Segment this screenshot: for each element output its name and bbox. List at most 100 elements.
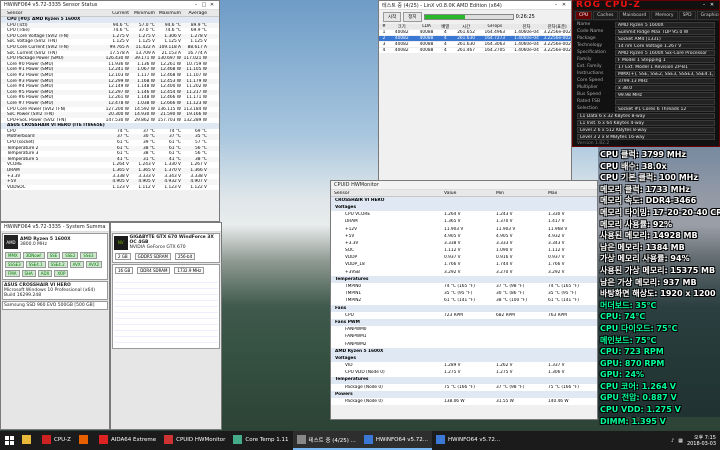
cpuz-tab-spd[interactable]: SPD: [678, 11, 696, 20]
col-current[interactable]: Current: [105, 11, 131, 16]
linx-col-header[interactable]: 배열: [438, 24, 452, 30]
taskbar-item[interactable]: HWiNFO64 v5.72...: [432, 431, 504, 450]
taskbar-item[interactable]: HWiNFO64 v5.72...: [359, 431, 433, 450]
hwmonitor-row[interactable]: FANPWM1: [331, 333, 597, 341]
hwmonitor-row[interactable]: CPU 723 RPM 682 RPM 763 RPM: [331, 312, 597, 320]
hwmonitor-node[interactable]: Voltages: [331, 204, 597, 212]
close-icon[interactable]: ✕: [708, 2, 716, 8]
osd-line: CPU VDD: 1.275 V: [600, 405, 681, 415]
linx-col-header[interactable]: #: [379, 24, 389, 29]
hwmonitor-row[interactable]: Package (Node 0) 75 °C (166 °F) 37 °C (98 …: [331, 383, 597, 392]
minimize-icon[interactable]: –: [192, 2, 200, 8]
hwmonitor-row[interactable]: +3VSB 3.292 V 3.270 V 3.292 V: [331, 268, 597, 277]
hwmonitor-sensor-name: AMD Ryzen 5 1600X: [335, 348, 384, 354]
hwinfo-sensor-window[interactable]: HWiNFO64 v5.72-3335 Sensor Status – □ ✕ …: [0, 0, 220, 222]
cpuz-field-row: Code Name Summit Ridge Max TDP 95.0 W: [573, 28, 719, 35]
hwmonitor-row[interactable]: SOC 1.112 V 1.090 V 1.112 V: [331, 247, 597, 255]
taskbar-item[interactable]: CPU-Z: [38, 431, 75, 450]
hwmonitor-node[interactable]: Powers: [331, 391, 597, 399]
cpuz-field-label: Technology: [577, 43, 603, 48]
hwinfo-summary-titlebar[interactable]: HWiNFO64 v5.72-3335 - System Summary: [1, 223, 109, 232]
hwmonitor-row[interactable]: Package (Node 0) 138.06 W 31.55 W 140.46 W: [331, 398, 597, 406]
minimize-icon[interactable]: –: [700, 2, 708, 8]
linx-col-header[interactable]: LDA: [415, 24, 439, 29]
linx-cell: 3.2256e-002: [543, 30, 571, 35]
cpuz-tab-memory[interactable]: Memory: [651, 11, 678, 20]
linx-result-row[interactable]: 4 40082 40088 4 261.467 164.2705 1.4060e-04 3.2…: [379, 48, 571, 54]
taskbar-item[interactable]: CPUID HWMonitor: [160, 431, 229, 450]
volume-icon[interactable]: ♪: [671, 438, 674, 444]
hwmonitor-row[interactable]: VDDP_18 1.766 V 1.744 V 1.766 V: [331, 261, 597, 269]
cpuz-titlebar[interactable]: ROG CPU-Z – ✕: [573, 1, 719, 10]
linx-col-header[interactable]: GFlops: [480, 24, 510, 29]
taskbar-item[interactable]: AIDA64 Extreme: [95, 431, 160, 450]
linx-results-table[interactable]: 1 40082 40088 4 261.652 164.4963 1.4060e-04 3.2…: [379, 30, 571, 54]
taskbar-item[interactable]: 테스트 중 (4/25) ...: [292, 431, 360, 450]
hwmonitor-row[interactable]: +3.3V 3.338 V 3.333 V 3.343 V: [331, 240, 597, 248]
taskbar-item[interactable]: [75, 431, 95, 450]
col-average[interactable]: Average: [183, 11, 209, 16]
hwmonitor-row[interactable]: DRAM 1.365 V 1.370 V 1.417 V: [331, 218, 597, 226]
linx-titlebar[interactable]: 테스트 중 (4/25) - LinX v0.8.0K AMD Edition …: [379, 1, 571, 10]
hwmonitor-node[interactable]: Fans: [331, 304, 597, 312]
cpuz-window[interactable]: ROG CPU-Z – ✕ CPU Caches Mainboard Memory SP…: [572, 0, 720, 147]
hwmonitor-value: 1.337 V: [548, 363, 565, 369]
cpu-feature-tag: SSE2: [62, 252, 79, 259]
linx-progress-bar: [423, 14, 514, 20]
col-minimum[interactable]: Minimum: [131, 11, 157, 16]
hwmonitor-row[interactable]: CPU VCORE 1.264 V 1.243 V 1.330 V: [331, 211, 597, 219]
linx-col-header[interactable]: 잔차(표준): [543, 24, 571, 30]
hwmonitor-row[interactable]: +5V 4.905 V 4.905 V 4.932 V: [331, 232, 597, 241]
cpuz-tab-graphics[interactable]: Graphics: [696, 11, 719, 20]
hwinfo-summary-gpu-window[interactable]: NV GIGABYTE GTX 670 WindForce 3X OC 4GB …: [110, 222, 222, 430]
hwmonitor-node[interactable]: AMD Ryzen 5 1600X: [331, 347, 597, 356]
clock[interactable]: 오후 7:15 2018-03-03: [687, 435, 716, 447]
cpuz-tab-cpu[interactable]: CPU: [575, 11, 593, 20]
cpuz-tab-caches[interactable]: Caches: [593, 11, 618, 20]
hwinfo-sensor-titlebar[interactable]: HWiNFO64 v5.72-3335 Sensor Status – □ ✕: [1, 1, 219, 10]
linx-cell: 164.4963: [484, 30, 506, 35]
taskbar-item[interactable]: [18, 431, 38, 450]
hwmonitor-row[interactable]: TMPIN0 74 °C (165 °F) 37 °C (98 °F) 74 °C (…: [331, 283, 597, 291]
sensor-row[interactable]: VDDSOC 1.123 V 1.112 V 1.123 V 1.122 V: [1, 184, 219, 191]
hwmonitor-row[interactable]: TMPIN1 35 °C (95 °F) 30 °C (86 °F) 35 °C (9…: [331, 290, 597, 298]
hwinfo-summary-window[interactable]: HWiNFO64 v5.72-3335 - System Summary AMD…: [0, 222, 110, 430]
col-maximum[interactable]: Maximum: [157, 11, 183, 16]
hwmonitor-col-header[interactable]: Sensor: [331, 191, 441, 196]
taskbar-item[interactable]: Core Temp 1.11: [229, 431, 292, 450]
close-icon[interactable]: ✕: [560, 2, 568, 8]
hwmonitor-row[interactable]: VDDP 0.937 V 0.916 V 0.937 V: [331, 254, 597, 262]
hwmonitor-row[interactable]: VID 1.289 V 1.262 V 1.337 V: [331, 362, 597, 370]
sensor-table-body[interactable]: CPU [#0]: AMD Ryzen 5 1600X CPU (Tctl) 94.…: [1, 17, 219, 191]
cpu-feature-tag: FMA: [5, 270, 20, 277]
linx-stop-button[interactable]: 정지: [403, 12, 422, 22]
hwmonitor-titlebar[interactable]: CPUID HWMonitor: [331, 181, 597, 190]
hwmonitor-node[interactable]: Temperatures: [331, 276, 597, 284]
hwmonitor-node[interactable]: Voltages: [331, 355, 597, 363]
cpuz-tab-mainboard[interactable]: Mainboard: [618, 11, 651, 20]
start-button[interactable]: [0, 431, 18, 450]
cpuz-field-label: Package: [577, 36, 596, 41]
linx-col-header[interactable]: 크기: [389, 24, 415, 30]
linx-col-header[interactable]: 시간: [452, 24, 480, 30]
hwmonitor-node[interactable]: Fans PWM: [331, 319, 597, 327]
linx-start-button[interactable]: 시작: [383, 12, 402, 22]
minimize-icon[interactable]: –: [552, 2, 560, 8]
hwmonitor-row[interactable]: +12V 11.903 V 11.903 V 11.968 V: [331, 225, 597, 233]
hwmonitor-node[interactable]: CROSSHAIR VI HERO: [331, 197, 597, 205]
network-icon[interactable]: ▦: [678, 438, 683, 444]
col-sensor[interactable]: Sensor: [1, 11, 105, 16]
hwmonitor-col-header[interactable]: Max: [545, 191, 597, 196]
hwmonitor-col-header[interactable]: Min: [493, 191, 545, 196]
maximize-icon[interactable]: □: [200, 2, 208, 8]
hwmonitor-node[interactable]: Temperatures: [331, 376, 597, 384]
hwmonitor-tree[interactable]: CROSSHAIR VI HERO Voltages CPU VCORE 1.264 …: [331, 197, 597, 406]
hwmonitor-row[interactable]: FANPWM2: [331, 340, 597, 348]
close-icon[interactable]: ✕: [208, 2, 216, 8]
hwmonitor-col-header[interactable]: Value: [441, 191, 493, 196]
hwmonitor-row[interactable]: FANPWM0: [331, 326, 597, 334]
hwmonitor-window[interactable]: CPUID HWMonitor Sensor Value Min Max CROSSH…: [330, 180, 598, 420]
hwmonitor-row[interactable]: CPU VDD (Node 0) 1.275 V 1.275 V 1.306 V: [331, 369, 597, 377]
linx-col-header[interactable]: 잔차: [510, 24, 544, 30]
hwmonitor-row[interactable]: TMPIN2 61 °C (141 °F) 38 °C (100 °F) 61 °C …: [331, 297, 597, 305]
